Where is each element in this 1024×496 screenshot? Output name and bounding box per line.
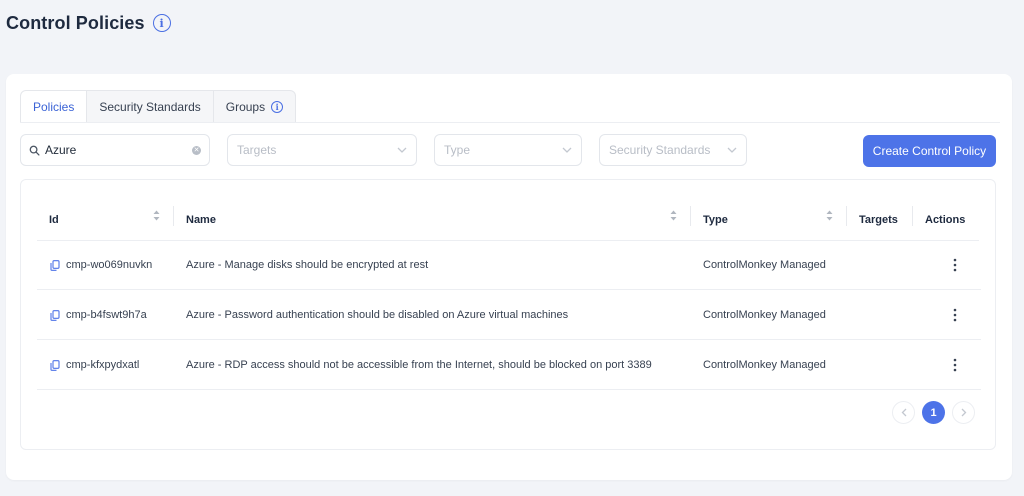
tab-policies[interactable]: Policies bbox=[20, 90, 88, 123]
kebab-menu-icon[interactable] bbox=[953, 340, 957, 390]
policies-table: Id Name Type Targets Actions cmp-wo069nu… bbox=[20, 179, 996, 450]
kebab-menu-icon[interactable] bbox=[953, 290, 957, 340]
kebab-menu-icon[interactable] bbox=[953, 240, 957, 290]
policy-type: ControlMonkey Managed bbox=[703, 309, 826, 321]
policy-id[interactable]: cmp-b4fswt9h7a bbox=[66, 309, 147, 321]
search-field[interactable]: ✕ bbox=[20, 134, 210, 166]
id-cell: cmp-kfxpydxatl bbox=[50, 340, 139, 390]
chevron-down-icon bbox=[727, 147, 737, 153]
table-row[interactable]: cmp-wo069nuvkn Azure - Manage disks shou… bbox=[37, 240, 981, 290]
search-input[interactable] bbox=[45, 143, 187, 157]
page-button-current[interactable]: 1 bbox=[922, 401, 945, 424]
column-header-id[interactable]: Id bbox=[49, 200, 59, 240]
clear-icon[interactable]: ✕ bbox=[192, 145, 201, 155]
name-cell: Azure - RDP access should not be accessi… bbox=[186, 340, 652, 390]
info-icon[interactable]: i bbox=[271, 100, 284, 113]
policy-type: ControlMonkey Managed bbox=[703, 259, 826, 271]
tab-label: Policies bbox=[33, 99, 75, 114]
copy-icon[interactable] bbox=[50, 309, 60, 321]
policy-name: Azure - Password authentication should b… bbox=[186, 309, 569, 321]
sort-icon[interactable] bbox=[670, 210, 677, 221]
column-divider bbox=[912, 206, 913, 226]
type-cell: ControlMonkey Managed bbox=[703, 240, 826, 290]
targets-select[interactable]: Targets bbox=[227, 134, 417, 166]
type-placeholder: Type bbox=[444, 143, 471, 157]
security-standards-select[interactable]: Security Standards bbox=[599, 134, 747, 166]
type-cell: ControlMonkey Managed bbox=[703, 340, 826, 390]
tab-label: Groups bbox=[225, 99, 266, 114]
tabs-divider bbox=[20, 122, 1000, 123]
column-header-actions: Actions bbox=[925, 214, 966, 226]
column-divider bbox=[846, 206, 847, 226]
tab-label: Security Standards bbox=[99, 99, 201, 114]
tab-bar: Policies Security Standards Groups i bbox=[20, 90, 297, 123]
id-cell: cmp-b4fswt9h7a bbox=[50, 290, 147, 340]
targets-placeholder: Targets bbox=[237, 143, 277, 157]
column-header-type[interactable]: Type bbox=[703, 200, 728, 240]
chevron-right-icon[interactable] bbox=[952, 401, 975, 424]
policy-id[interactable]: cmp-kfxpydxatl bbox=[66, 359, 139, 371]
copy-icon[interactable] bbox=[50, 359, 60, 371]
chevron-down-icon bbox=[562, 147, 572, 153]
chevron-down-icon bbox=[397, 147, 407, 153]
policy-type: ControlMonkey Managed bbox=[703, 359, 826, 371]
copy-icon[interactable] bbox=[50, 259, 60, 271]
policy-id[interactable]: cmp-wo069nuvkn bbox=[66, 259, 152, 271]
policy-name: Azure - RDP access should not be accessi… bbox=[186, 359, 652, 371]
create-control-policy-button[interactable]: Create Control Policy bbox=[863, 135, 996, 167]
name-cell: Azure - Manage disks should be encrypted… bbox=[186, 240, 428, 290]
table-row[interactable]: cmp-kfxpydxatl Azure - RDP access should… bbox=[37, 340, 981, 390]
column-divider bbox=[173, 206, 174, 226]
tab-security-standards[interactable]: Security Standards bbox=[87, 90, 214, 123]
name-cell: Azure - Password authentication should b… bbox=[186, 290, 568, 340]
type-select[interactable]: Type bbox=[434, 134, 582, 166]
policy-name: Azure - Manage disks should be encrypted… bbox=[186, 259, 429, 271]
policies-card: Policies Security Standards Groups i ✕ T… bbox=[6, 74, 1012, 480]
column-header-name[interactable]: Name bbox=[186, 200, 216, 240]
page-title: Control Policies bbox=[6, 12, 145, 33]
id-cell: cmp-wo069nuvkn bbox=[50, 240, 152, 290]
column-divider bbox=[690, 206, 691, 226]
type-cell: ControlMonkey Managed bbox=[703, 290, 826, 340]
table-row[interactable]: cmp-b4fswt9h7a Azure - Password authenti… bbox=[37, 290, 981, 340]
column-header-targets: Targets bbox=[859, 214, 898, 226]
chevron-left-icon[interactable] bbox=[892, 401, 915, 424]
tab-groups[interactable]: Groups i bbox=[213, 90, 297, 123]
page-header: Control Policies i bbox=[6, 10, 171, 36]
security-standards-placeholder: Security Standards bbox=[609, 143, 711, 157]
info-icon[interactable]: i bbox=[152, 14, 171, 32]
sort-icon[interactable] bbox=[153, 210, 160, 221]
pagination: 1 bbox=[892, 401, 975, 424]
sort-icon[interactable] bbox=[826, 210, 833, 221]
search-icon bbox=[29, 145, 40, 156]
